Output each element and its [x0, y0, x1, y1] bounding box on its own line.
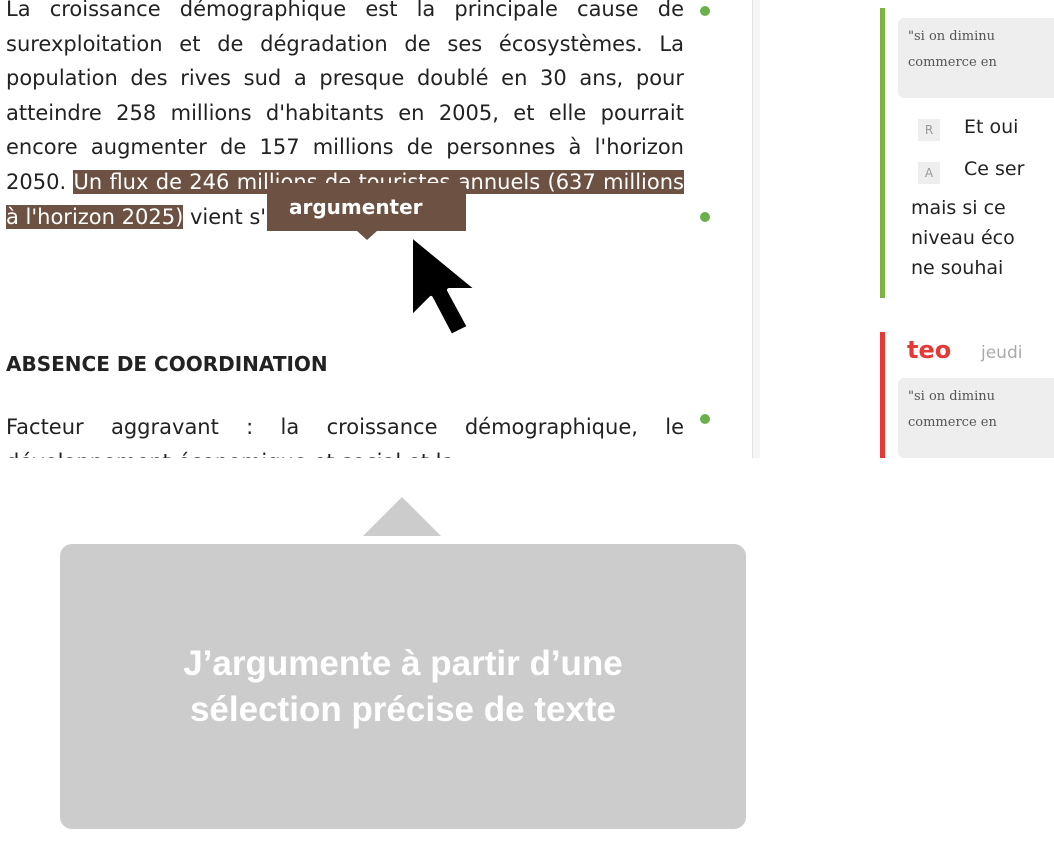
- comment-marker-dot[interactable]: [700, 212, 710, 222]
- scrollbar[interactable]: [752, 0, 760, 458]
- reply-text: Et oui: [964, 116, 1019, 138]
- quote-line: commerce en: [908, 415, 997, 430]
- callout-line-1: J’argumente à partir d’une: [183, 643, 623, 683]
- quote-box[interactable]: "si on diminu commerce en: [898, 18, 1054, 98]
- comment-author[interactable]: teo: [907, 336, 951, 364]
- explanation-callout: J’argumente à partir d’une sélection pré…: [60, 544, 746, 829]
- section-heading: ABSENCE DE COORDINATION: [6, 352, 328, 376]
- thread-indicator-green: [880, 8, 885, 298]
- thread-indicator-red: [880, 332, 885, 458]
- callout-text: J’argumente à partir d’une sélection pré…: [183, 641, 623, 733]
- mouse-cursor-icon: [409, 233, 480, 338]
- comment-date: jeudi: [981, 343, 1023, 363]
- answer-line: niveau éco: [911, 227, 1015, 249]
- quote-line: commerce en: [908, 55, 997, 70]
- comment-marker-dot[interactable]: [700, 414, 710, 424]
- answer-tag: A: [918, 162, 940, 184]
- callout-line-2: sélection précise de texte: [189, 689, 617, 729]
- quote-line: "si on diminu: [908, 389, 995, 404]
- article-paragraph-2[interactable]: Facteur aggravant : la croissance démogr…: [6, 410, 684, 458]
- answer-text: Ce ser: [964, 158, 1025, 180]
- answer-line: ne souhai: [911, 257, 1004, 279]
- reply-tag: R: [918, 119, 940, 141]
- quote-box-2[interactable]: "si on diminu commerce en: [898, 378, 1054, 458]
- paragraph-text[interactable]: La croissance démographique est la princ…: [6, 0, 684, 194]
- answer-line: mais si ce: [911, 197, 1006, 219]
- comments-panel: "si on diminu commerce en R Et oui A Ce …: [878, 0, 1054, 458]
- quote-line: "si on diminu: [908, 29, 995, 44]
- paragraph-text-2[interactable]: Facteur aggravant : la croissance démogr…: [6, 415, 684, 458]
- tooltip-pointer: [357, 231, 377, 240]
- callout-pointer: [363, 497, 441, 536]
- argumenter-label: argumenter: [289, 195, 423, 219]
- argumenter-button[interactable]: argumenter: [267, 183, 466, 231]
- comment-marker-dot[interactable]: [700, 6, 710, 16]
